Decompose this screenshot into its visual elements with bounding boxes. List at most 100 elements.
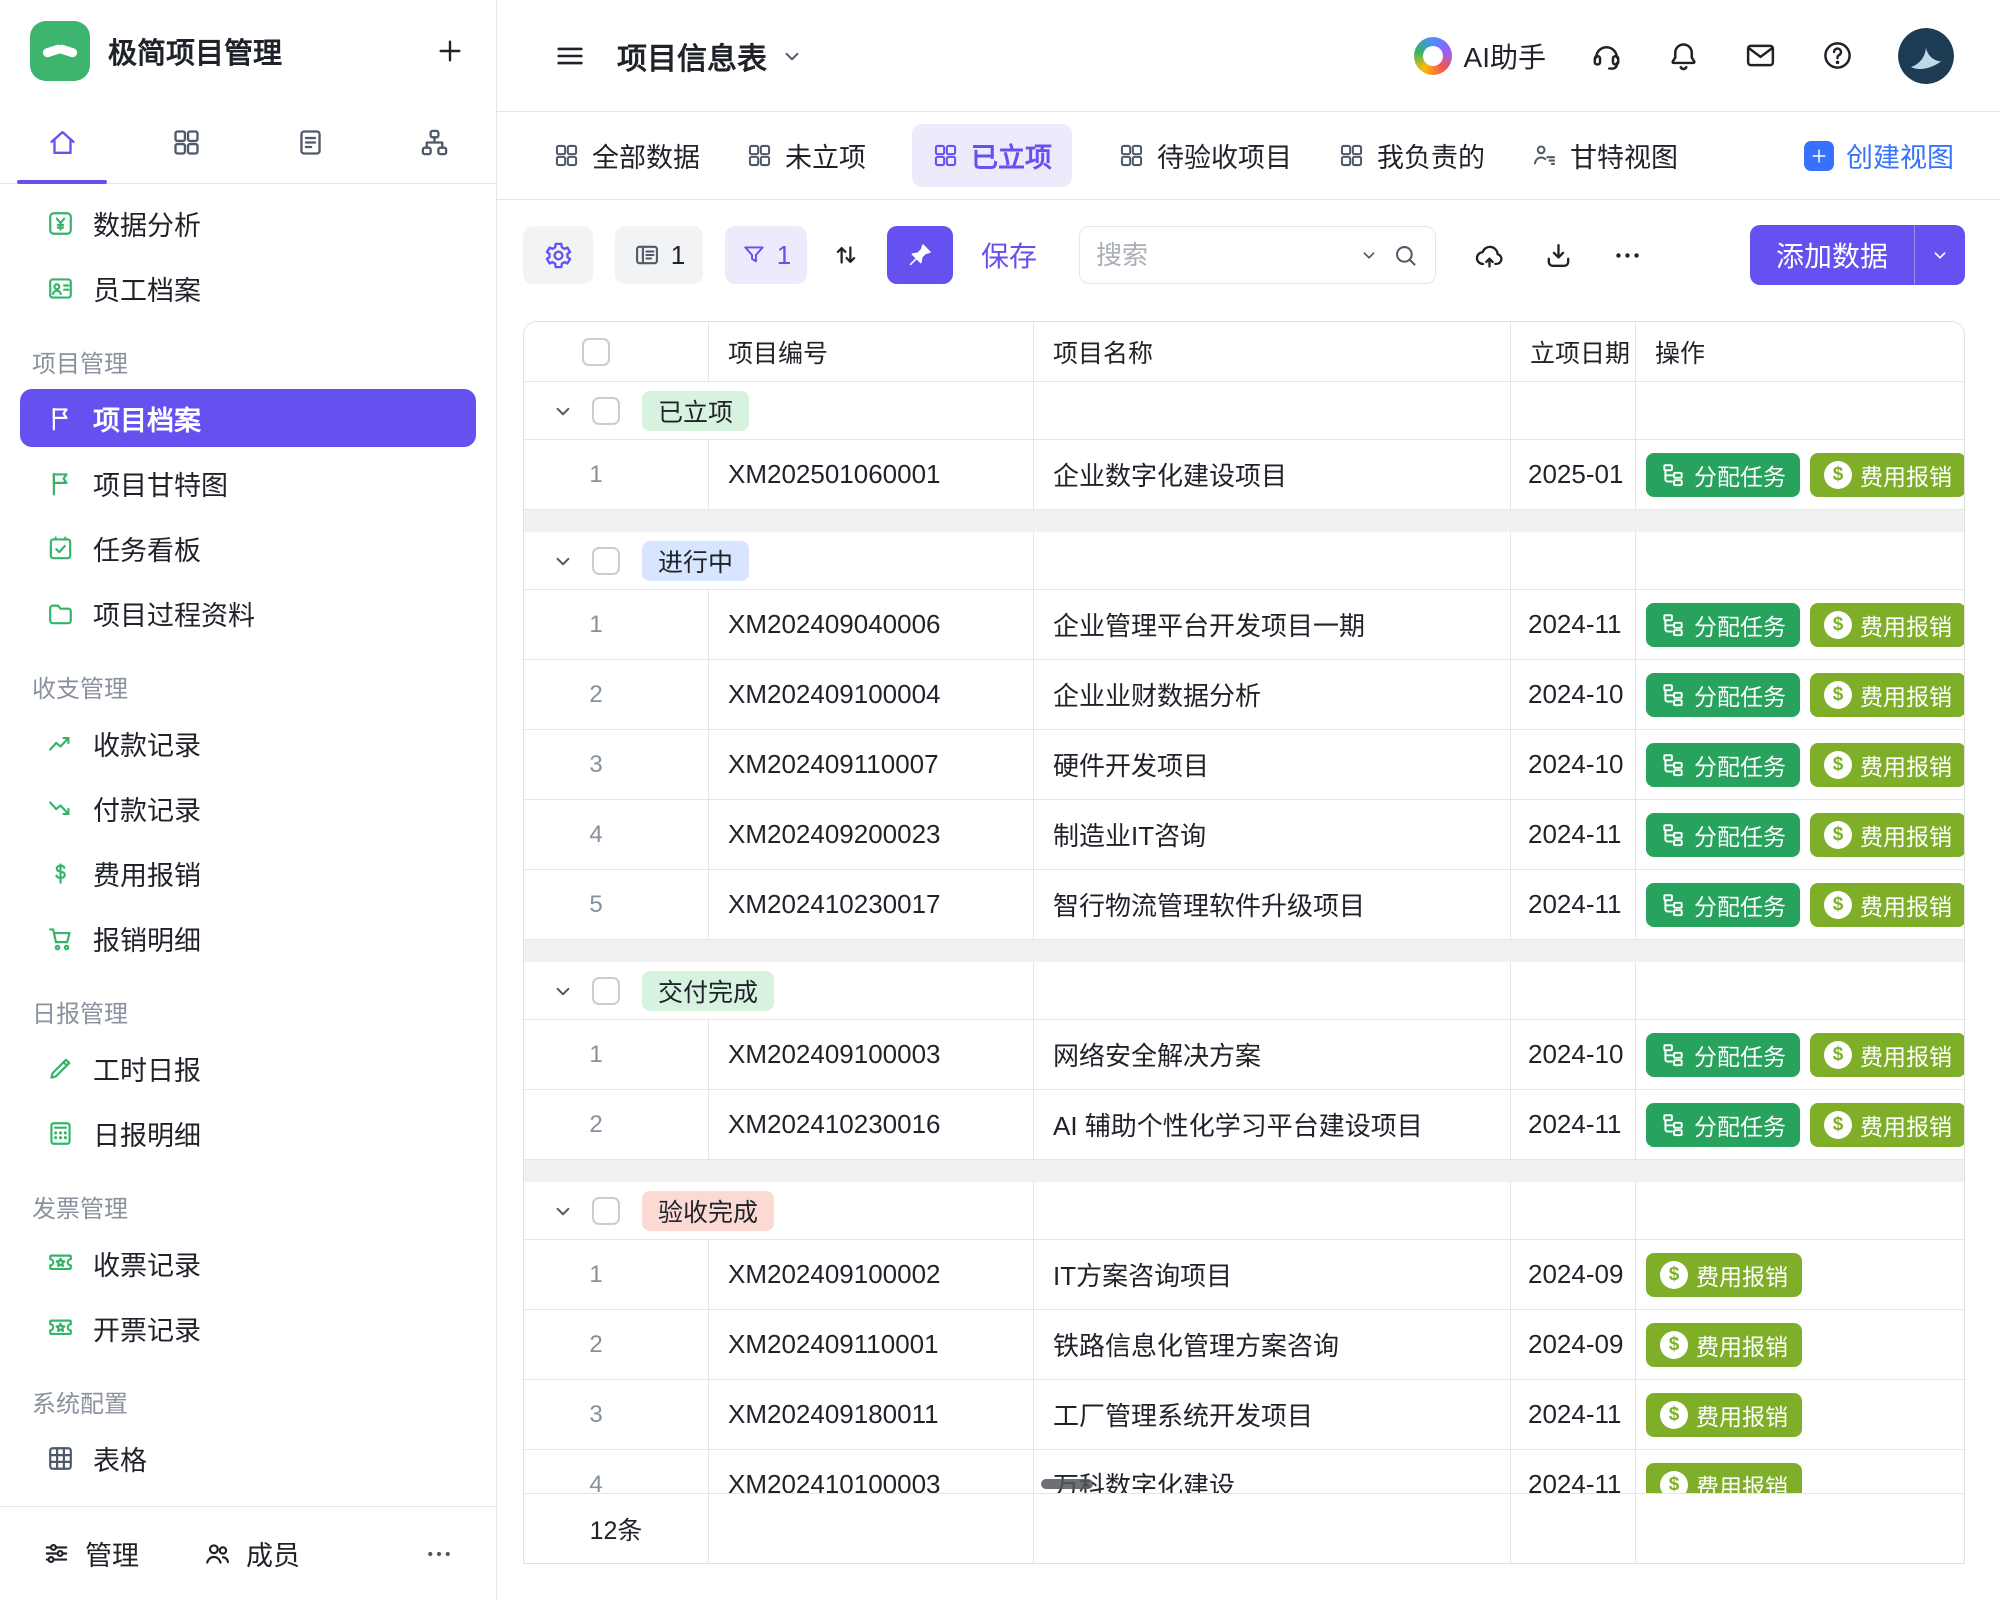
project-code-cell[interactable]: XM202409200023 [709, 800, 1034, 869]
search-input[interactable] [1096, 240, 1346, 271]
project-name-cell[interactable]: 硬件开发项目 [1034, 730, 1511, 799]
assign-task-button[interactable]: 分配任务 [1646, 603, 1800, 647]
project-code-cell[interactable]: XM202410230016 [709, 1090, 1034, 1159]
assign-task-button[interactable]: 分配任务 [1646, 743, 1800, 787]
add-workspace-button[interactable] [434, 35, 466, 67]
sidebar-tab-home[interactable] [0, 102, 124, 183]
filter-button[interactable]: 1 [725, 226, 807, 284]
sidebar-item[interactable]: 项目档案 [20, 389, 476, 447]
sidebar-item[interactable]: 收票记录 [20, 1234, 476, 1292]
row-index-cell[interactable]: 3 [524, 730, 709, 799]
sidebar-item[interactable]: 开票记录 [20, 1299, 476, 1357]
expense-report-button[interactable]: $费用报销 [1646, 1253, 1802, 1297]
column-header-actions[interactable]: 操作 [1636, 322, 1964, 381]
group-checkbox[interactable] [592, 547, 620, 575]
sidebar-item[interactable]: 费用报销 [20, 844, 476, 902]
row-index-cell[interactable]: 2 [524, 1090, 709, 1159]
sidebar-item[interactable]: 报销明细 [20, 909, 476, 967]
title-chevron-icon[interactable] [779, 43, 805, 69]
project-name-cell[interactable]: AI 辅助个性化学习平台建设项目 [1034, 1090, 1511, 1159]
expense-report-button[interactable]: $费用报销 [1810, 673, 1964, 717]
row-index-cell[interactable]: 1 [524, 440, 709, 509]
members-button[interactable]: 成员 [203, 1534, 300, 1573]
view-tab[interactable]: 待验收项目 [1118, 136, 1292, 175]
group-checkbox[interactable] [592, 397, 620, 425]
expense-report-button[interactable]: $费用报销 [1810, 743, 1964, 787]
notifications-bell-button[interactable] [1667, 39, 1700, 72]
project-code-cell[interactable]: XM202409180011 [709, 1380, 1034, 1449]
sidebar-item[interactable]: 员工档案 [20, 259, 476, 317]
sidebar-item[interactable]: 项目甘特图 [20, 454, 476, 512]
add-data-caret[interactable] [1915, 244, 1965, 266]
save-button[interactable]: 保存 [981, 235, 1037, 275]
start-date-cell[interactable]: 2024-11 [1511, 800, 1636, 869]
start-date-cell[interactable]: 2024-11 [1511, 590, 1636, 659]
sidebar-tab-doc[interactable] [248, 102, 372, 183]
view-tab[interactable]: 甘特视图 [1531, 136, 1678, 175]
sort-button[interactable] [821, 226, 871, 284]
start-date-cell[interactable]: 2025-01 [1511, 440, 1636, 509]
create-view-button[interactable]: 创建视图 [1804, 136, 1954, 175]
project-name-cell[interactable]: 智行物流管理软件升级项目 [1034, 870, 1511, 939]
project-name-cell[interactable]: 企业管理平台开发项目一期 [1034, 590, 1511, 659]
start-date-cell[interactable]: 2024-10 [1511, 660, 1636, 729]
sidebar-item[interactable]: 任务看板 [20, 519, 476, 577]
sidebar-item[interactable]: 工时日报 [20, 1039, 476, 1097]
expense-report-button[interactable]: $费用报销 [1646, 1323, 1802, 1367]
project-code-cell[interactable]: XM202409040006 [709, 590, 1034, 659]
project-name-cell[interactable]: 万科数字化建设 [1034, 1450, 1511, 1493]
sidebar-item[interactable]: 项目过程资料 [20, 584, 476, 642]
project-name-cell[interactable]: IT方案咨询项目 [1034, 1240, 1511, 1309]
group-collapse-chevron[interactable] [550, 1198, 576, 1224]
start-date-cell[interactable]: 2024-10 [1511, 1020, 1636, 1089]
row-index-cell[interactable]: 5 [524, 870, 709, 939]
start-date-cell[interactable]: 2024-09 [1511, 1240, 1636, 1309]
expense-report-button[interactable]: $费用报销 [1810, 883, 1964, 927]
add-data-button[interactable]: 添加数据 [1750, 225, 1965, 285]
project-name-cell[interactable]: 工厂管理系统开发项目 [1034, 1380, 1511, 1449]
row-index-cell[interactable]: 1 [524, 1240, 709, 1309]
user-avatar[interactable] [1898, 28, 1954, 84]
sidebar-item[interactable]: 付款记录 [20, 779, 476, 837]
expense-report-button[interactable]: $费用报销 [1810, 1103, 1964, 1147]
row-index-cell[interactable]: 2 [524, 660, 709, 729]
project-code-cell[interactable]: XM202409100004 [709, 660, 1034, 729]
sidebar-item[interactable]: 数据分析 [20, 194, 476, 252]
field-config-button[interactable]: 1 [615, 226, 703, 284]
project-code-cell[interactable]: XM202409100002 [709, 1240, 1034, 1309]
expense-report-button[interactable]: $费用报销 [1646, 1463, 1802, 1494]
start-date-cell[interactable]: 2024-11 [1511, 1380, 1636, 1449]
group-collapse-chevron[interactable] [550, 398, 576, 424]
column-header-name[interactable]: 项目名称 [1034, 322, 1511, 381]
search-scope-chevron[interactable] [1358, 244, 1380, 266]
assign-task-button[interactable]: 分配任务 [1646, 813, 1800, 857]
row-index-cell[interactable]: 1 [524, 590, 709, 659]
column-header-date[interactable]: 立项日期 [1511, 322, 1636, 381]
project-code-cell[interactable]: XM202410230017 [709, 870, 1034, 939]
project-code-cell[interactable]: XM202501060001 [709, 440, 1034, 509]
pin-button[interactable] [887, 226, 953, 284]
assign-task-button[interactable]: 分配任务 [1646, 673, 1800, 717]
project-name-cell[interactable]: 企业业财数据分析 [1034, 660, 1511, 729]
sidebar-more-button[interactable] [424, 1539, 454, 1569]
project-code-cell[interactable]: XM202409110007 [709, 730, 1034, 799]
support-headset-button[interactable] [1590, 39, 1623, 72]
expense-report-button[interactable]: $费用报销 [1646, 1393, 1802, 1437]
export-download-button[interactable] [1543, 240, 1574, 271]
row-index-cell[interactable]: 1 [524, 1020, 709, 1089]
assign-task-button[interactable]: 分配任务 [1646, 453, 1800, 497]
row-index-cell[interactable]: 3 [524, 1380, 709, 1449]
import-upload-button[interactable] [1474, 240, 1505, 271]
search-icon[interactable] [1392, 242, 1419, 269]
project-name-cell[interactable]: 企业数字化建设项目 [1034, 440, 1511, 509]
start-date-cell[interactable]: 2024-11 [1511, 870, 1636, 939]
row-index-cell[interactable]: 4 [524, 1450, 709, 1493]
start-date-cell[interactable]: 2024-11 [1511, 1090, 1636, 1159]
sidebar-item[interactable]: 表格 [20, 1429, 476, 1487]
group-collapse-chevron[interactable] [550, 548, 576, 574]
horizontal-scrollbar-thumb[interactable] [1041, 1479, 1093, 1489]
start-date-cell[interactable]: 2024-10 [1511, 730, 1636, 799]
select-all-checkbox[interactable] [582, 338, 610, 366]
menu-toggle-button[interactable] [553, 39, 587, 73]
expense-report-button[interactable]: $费用报销 [1810, 603, 1964, 647]
